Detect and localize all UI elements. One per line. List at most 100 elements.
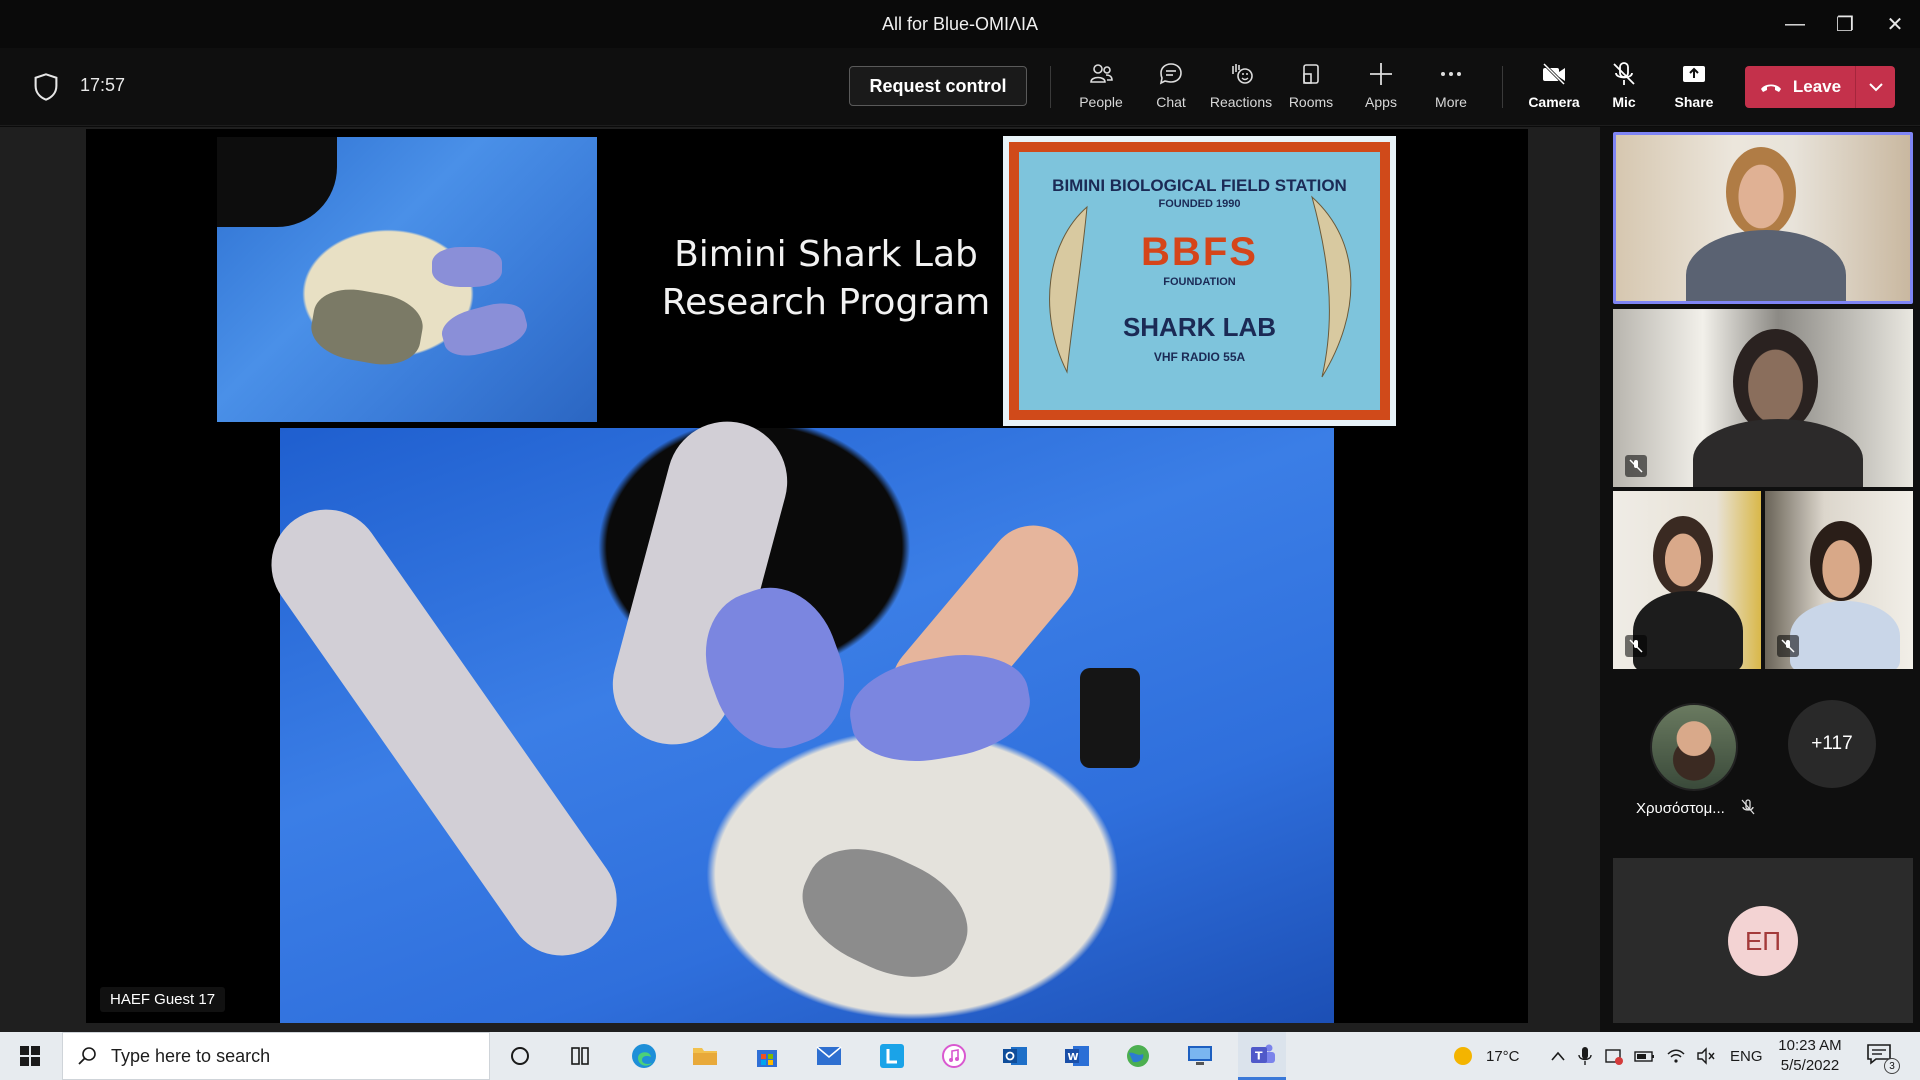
request-control-button[interactable]: Request control [849, 66, 1027, 106]
muted-mic-icon [1741, 799, 1755, 815]
l-app[interactable] [868, 1038, 916, 1074]
window-title: All for Blue-ΟΜΙΛΙΑ [881, 13, 1039, 34]
people-button[interactable]: People [1067, 60, 1135, 120]
system-tray: ENG [1550, 1032, 1763, 1080]
participant-face [1726, 147, 1796, 237]
close-button[interactable]: ✕ [1870, 0, 1920, 48]
muted-mic-icon [1777, 635, 1799, 657]
leave-label: Leave [1792, 77, 1842, 96]
minimize-button[interactable]: — [1770, 0, 1820, 48]
svg-text:W: W [1068, 1052, 1079, 1063]
shared-slide: Bimini Shark Lab Research Program BIMINI… [86, 129, 1528, 1023]
reactions-icon [1232, 64, 1253, 84]
slide-photo-shark-procedure [249, 408, 1334, 1023]
chevron-up-icon[interactable] [1550, 1050, 1566, 1062]
more-button[interactable]: More [1417, 60, 1485, 120]
mic-button[interactable]: Mic [1590, 60, 1658, 120]
svg-text:T: T [1255, 1049, 1263, 1062]
edge-app[interactable] [620, 1038, 668, 1074]
chat-label: Chat [1156, 94, 1186, 110]
rooms-icon [1303, 64, 1319, 84]
window-controls: — ❐ ✕ [1770, 0, 1920, 48]
start-button[interactable] [0, 1032, 60, 1080]
teams-app[interactable]: T [1238, 1032, 1286, 1080]
security-icon[interactable] [1604, 1046, 1624, 1066]
meeting-timer: 17:57 [80, 75, 126, 95]
word-icon: W [1065, 1046, 1089, 1066]
chat-icon [1159, 63, 1182, 85]
wifi-icon[interactable] [1666, 1047, 1686, 1065]
camera-button[interactable]: Camera [1520, 60, 1588, 120]
participant-video-active[interactable] [1613, 132, 1913, 304]
people-label: People [1079, 94, 1123, 110]
cortana-icon [511, 1047, 529, 1065]
taskbar-clock[interactable]: 10:23 AM 5/5/2022 [1760, 1036, 1860, 1076]
people-icon [1090, 64, 1113, 83]
mic-off-icon [1613, 62, 1635, 85]
l-app-icon [880, 1044, 904, 1068]
notification-center-button[interactable]: 3 [1866, 1042, 1900, 1074]
rooms-label: Rooms [1288, 94, 1334, 110]
initials-avatar: ΕΠ [1728, 906, 1798, 976]
chevron-down-icon [1868, 83, 1883, 92]
participant-tile-initials[interactable]: ΕΠ [1613, 858, 1913, 1023]
slide-title: Bimini Shark Lab Research Program [616, 231, 1036, 327]
sun-icon [1454, 1047, 1472, 1065]
slide-photo-bbfs-sign: BIMINI BIOLOGICAL FIELD STATION FOUNDED … [1003, 136, 1396, 426]
file-explorer-app[interactable] [681, 1038, 729, 1074]
reactions-button[interactable]: Reactions [1207, 60, 1275, 120]
participant-body [1686, 230, 1846, 301]
microphone-icon[interactable] [1578, 1046, 1592, 1066]
store-icon [757, 1050, 777, 1067]
participant-video-4[interactable] [1765, 491, 1913, 669]
task-view-button[interactable] [556, 1038, 604, 1074]
camera-label: Camera [1528, 94, 1580, 110]
globe-app[interactable] [1114, 1038, 1162, 1074]
mail-icon [816, 1046, 842, 1065]
shield-icon [34, 73, 58, 101]
word-app[interactable]: W [1053, 1038, 1101, 1074]
shark-left-illustration [1049, 205, 1088, 374]
input-language[interactable]: ENG [1730, 1048, 1763, 1065]
chat-button[interactable]: Chat [1137, 60, 1205, 120]
clock-date: 5/5/2022 [1780, 1057, 1840, 1074]
participant-video-2[interactable] [1613, 309, 1913, 487]
content-stage: Bimini Shark Lab Research Program BIMINI… [0, 127, 1600, 1032]
search-icon [78, 1047, 96, 1065]
participant-avatar[interactable] [1650, 703, 1738, 791]
mail-app[interactable] [805, 1038, 853, 1074]
slide-photo-shark-tagging [217, 137, 597, 422]
apps-button[interactable]: Apps [1347, 60, 1415, 120]
windows-taskbar: Type here to search W T 17°C ENG 10:23 A… [0, 1032, 1920, 1080]
leave-button[interactable]: Leave [1745, 66, 1855, 108]
participant-video-3[interactable] [1613, 491, 1761, 669]
reactions-label: Reactions [1209, 94, 1273, 110]
search-placeholder: Type here to search [111, 1045, 271, 1066]
monitor-icon [1188, 1046, 1212, 1065]
participant-name: Χρυσόστομ... [1636, 799, 1755, 817]
outlook-icon [1003, 1047, 1027, 1065]
music-icon [942, 1044, 966, 1068]
volume-muted-icon[interactable] [1696, 1047, 1716, 1065]
leave-button-group: Leave [1745, 66, 1895, 108]
cortana-button[interactable] [496, 1038, 544, 1074]
notification-badge: 3 [1884, 1058, 1900, 1074]
globe-icon [1127, 1045, 1149, 1067]
mic-label: Mic [1612, 94, 1636, 110]
taskbar-search-box[interactable]: Type here to search [62, 1032, 490, 1080]
leave-options-button[interactable] [1856, 66, 1895, 108]
share-button[interactable]: Share [1660, 60, 1728, 120]
outlook-app[interactable] [991, 1038, 1039, 1074]
more-label: More [1435, 94, 1467, 110]
more-participants-button[interactable]: +117 [1788, 700, 1876, 788]
battery-icon[interactable] [1634, 1048, 1656, 1064]
rooms-button[interactable]: Rooms [1277, 60, 1345, 120]
edge-icon [632, 1044, 656, 1068]
share-icon [1683, 66, 1705, 82]
more-icon [1441, 72, 1461, 76]
microsoft-store-app[interactable] [743, 1038, 791, 1074]
remote-desktop-app[interactable] [1176, 1038, 1224, 1074]
weather-widget[interactable]: 17°C [1452, 1032, 1520, 1080]
restore-button[interactable]: ❐ [1820, 0, 1870, 48]
itunes-app[interactable] [930, 1038, 978, 1074]
